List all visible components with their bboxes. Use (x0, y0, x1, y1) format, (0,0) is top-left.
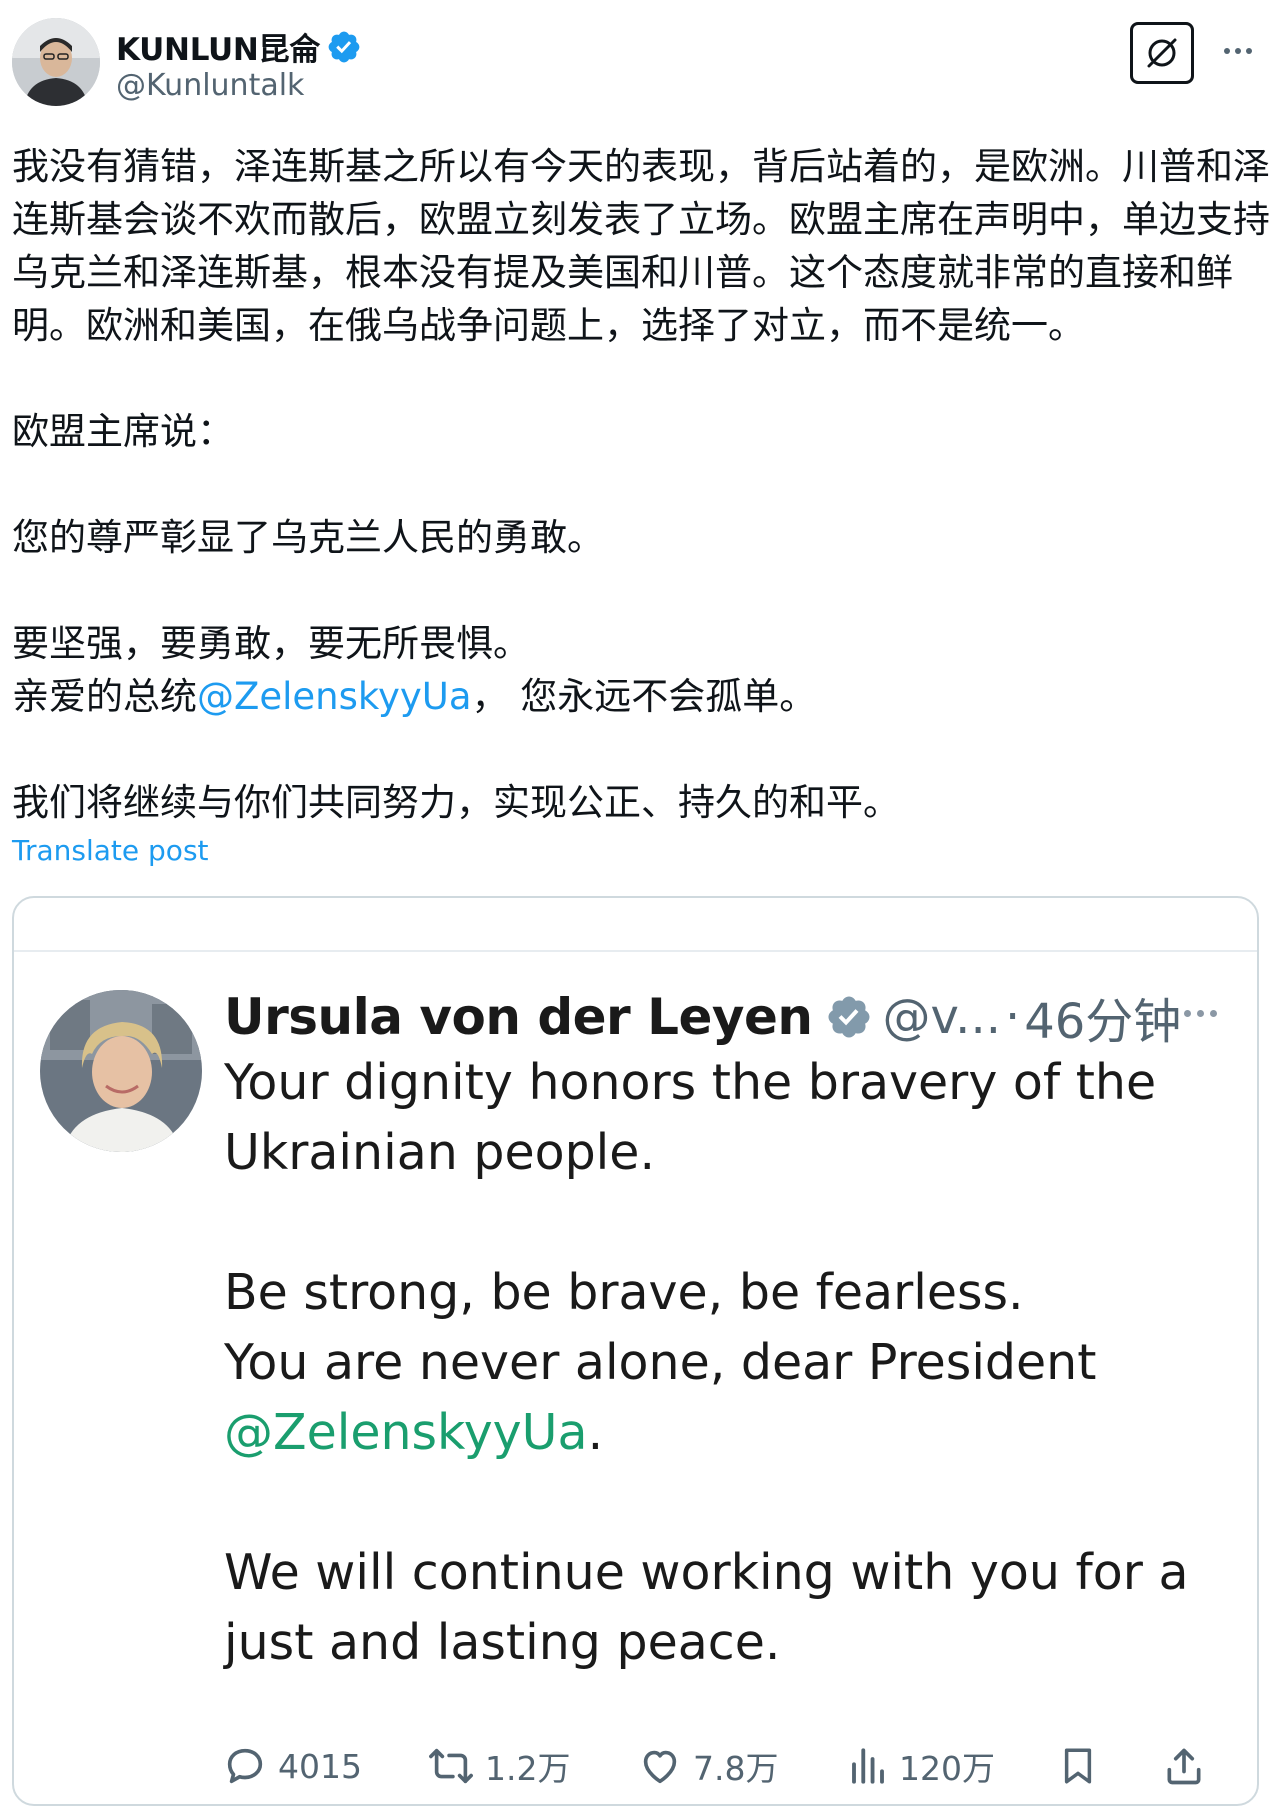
avatar-photo (40, 990, 202, 1152)
like-icon (643, 1750, 677, 1784)
post-paragraph: 我们将继续与你们共同努力，实现公正、持久的和平。 (12, 781, 900, 824)
separator-dot: · (1004, 989, 1021, 1045)
post-text-fragment: 亲爱的总统 (12, 675, 197, 718)
bookmark-icon (1064, 1748, 1092, 1784)
grok-icon (1147, 38, 1177, 68)
reply-count: 4015 (278, 1746, 362, 1786)
post-paragraph: 我没有猜错，泽连斯基之所以有今天的表现，背后站着的，是欧洲。川普和泽连斯基会谈不… (12, 145, 1270, 347)
post-paragraph: 欧盟主席说： (12, 410, 234, 453)
translate-post-link[interactable]: Translate post (12, 834, 209, 867)
author-handle[interactable]: @Kunluntalk (116, 68, 304, 103)
quoted-paragraph: We will continue working with you for a … (224, 1544, 1189, 1671)
quoted-author-row[interactable]: Ursula von der Leyen @v... · 46分钟 (224, 982, 1181, 1052)
share-button[interactable] (1162, 1742, 1206, 1790)
quoted-paragraph: Be strong, be brave, be fearless. (224, 1264, 1024, 1321)
quoted-paragraph: Your dignity honors the bravery of the U… (224, 1054, 1157, 1181)
quoted-text-fragment: You are never alone, dear President (224, 1334, 1097, 1391)
repost-icon (429, 1748, 473, 1784)
post-paragraph: 您的尊严彰显了乌克兰人民的勇敢。 (12, 516, 604, 559)
quoted-author-handle[interactable]: @v... (883, 989, 1001, 1045)
quoted-paragraph: You are never alone, dear President @Zel… (224, 1328, 1234, 1468)
action-bar: 4015 1.2万 7.8万 120万 (222, 1736, 1232, 1796)
more-icon[interactable] (1218, 36, 1258, 66)
quoted-post-card[interactable]: Ursula von der Leyen @v... · 46分钟 Your d… (12, 896, 1259, 1806)
verified-badge-icon (328, 31, 360, 62)
quoted-post-text: Your dignity honors the bravery of the U… (224, 1048, 1234, 1678)
share-icon (1167, 1748, 1201, 1785)
quoted-author-name[interactable]: Ursula von der Leyen (224, 988, 813, 1046)
like-count: 7.8万 (693, 1749, 779, 1788)
post-timestamp[interactable]: 46分钟 (1024, 982, 1181, 1052)
grok-button[interactable] (1130, 22, 1194, 84)
post-paragraph: 亲爱的总统@ZelenskyyUa， 您永远不会孤单。 (12, 670, 1272, 723)
verified-badge-icon (828, 996, 869, 1038)
reply-button[interactable]: 4015 (222, 1743, 427, 1789)
post-text-fragment: ， 您永远不会孤单。 (471, 675, 817, 718)
author-display-name[interactable]: KUNLUN昆侖 (116, 24, 320, 69)
mention-link[interactable]: @ZelenskyyUa (224, 1404, 588, 1461)
post-text: 我没有猜错，泽连斯基之所以有今天的表现，背后站着的，是欧洲。川普和泽连斯基会谈不… (12, 140, 1272, 829)
quoted-text-fragment: . (587, 1404, 604, 1461)
author-avatar[interactable] (12, 18, 100, 106)
quoted-author-avatar[interactable] (40, 990, 202, 1152)
repost-count: 1.2万 (485, 1749, 571, 1788)
views-icon (852, 1748, 884, 1784)
views-button[interactable]: 120万 (847, 1742, 1057, 1790)
views-count: 120万 (899, 1749, 995, 1788)
repost-button[interactable]: 1.2万 (427, 1742, 637, 1790)
like-button[interactable]: 7.8万 (637, 1742, 847, 1790)
mention-link[interactable]: @ZelenskyyUa (197, 675, 472, 718)
reply-icon (227, 1748, 263, 1784)
more-icon[interactable] (1184, 1010, 1217, 1017)
cropped-action-bar (214, 898, 1244, 918)
bookmark-button[interactable] (1057, 1742, 1162, 1790)
author-name-row[interactable]: KUNLUN昆侖 (116, 24, 362, 69)
post-paragraph: 要坚强，要勇敢，要无所畏惧。 (12, 622, 530, 665)
divider (14, 950, 1257, 952)
avatar-photo (12, 18, 100, 106)
